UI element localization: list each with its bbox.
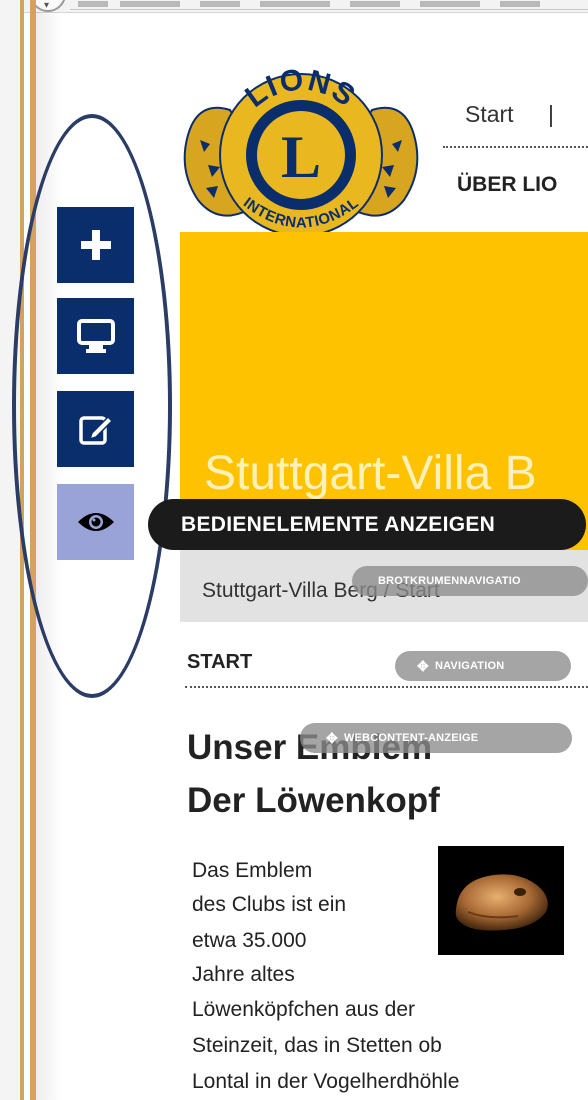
chevron-down-icon: ▾ [44, 0, 50, 11]
article-text-line: Steinzeit, das in Stetten ob [192, 1034, 442, 1057]
portlet-label-navigation[interactable]: ✥ NAVIGATION [395, 651, 571, 681]
banner-title: Stuttgart-Villa B [204, 447, 537, 500]
nav-link-start[interactable]: Start [465, 101, 514, 128]
add-button[interactable] [57, 207, 134, 283]
nav-link-ueber-lions[interactable]: ÜBER LIO [457, 173, 557, 197]
lion-head-figurine-image [438, 846, 564, 955]
eye-icon [77, 513, 114, 531]
address-field[interactable] [70, 0, 588, 10]
edit-button[interactable] [57, 391, 134, 467]
article-text-line: Das Emblem [192, 859, 313, 882]
edit-icon [78, 415, 113, 445]
portlet-label-breadcrumb[interactable]: BROTKRUMENNAVIGATIO [352, 566, 588, 596]
webcontent-portlet-label: WEBCONTENT-ANZEIGE [343, 732, 479, 744]
divider [443, 146, 588, 148]
divider [185, 686, 588, 688]
article-subtitle: Der Löwenkopf [187, 781, 440, 820]
controls-tooltip: BEDIENELEMENTE ANZEIGEN [148, 499, 586, 550]
nav-separator: | [548, 101, 554, 127]
plus-icon [80, 230, 111, 260]
article-text-line: Lontal in der Vogelherdhöhle [192, 1070, 460, 1093]
move-icon: ✥ [417, 657, 429, 674]
article-text-line: Löwenköpfchen aus der [192, 998, 415, 1021]
navigation-portlet-label: NAVIGATION [434, 660, 505, 672]
browser-address-bar: ▾ [0, 0, 588, 13]
article-text-line: etwa 35.000 [192, 929, 307, 952]
window-gutter [0, 0, 20, 1100]
preview-button[interactable] [57, 298, 134, 374]
move-icon: ✥ [326, 729, 338, 746]
article-text-line: des Clubs ist ein [192, 893, 347, 916]
monitor-icon [76, 319, 115, 353]
frame-border [20, 0, 24, 1100]
portlet-label-webcontent[interactable]: ✥ WEBCONTENT-ANZEIGE [300, 723, 572, 753]
navigation-heading[interactable]: START [187, 651, 252, 674]
svg-text:L: L [281, 124, 321, 190]
breadcrumb-portlet-label: BROTKRUMENNAVIGATIO [378, 575, 521, 587]
article-text-line: Jahre altes [192, 963, 295, 986]
toggle-controls-button[interactable] [57, 484, 134, 560]
